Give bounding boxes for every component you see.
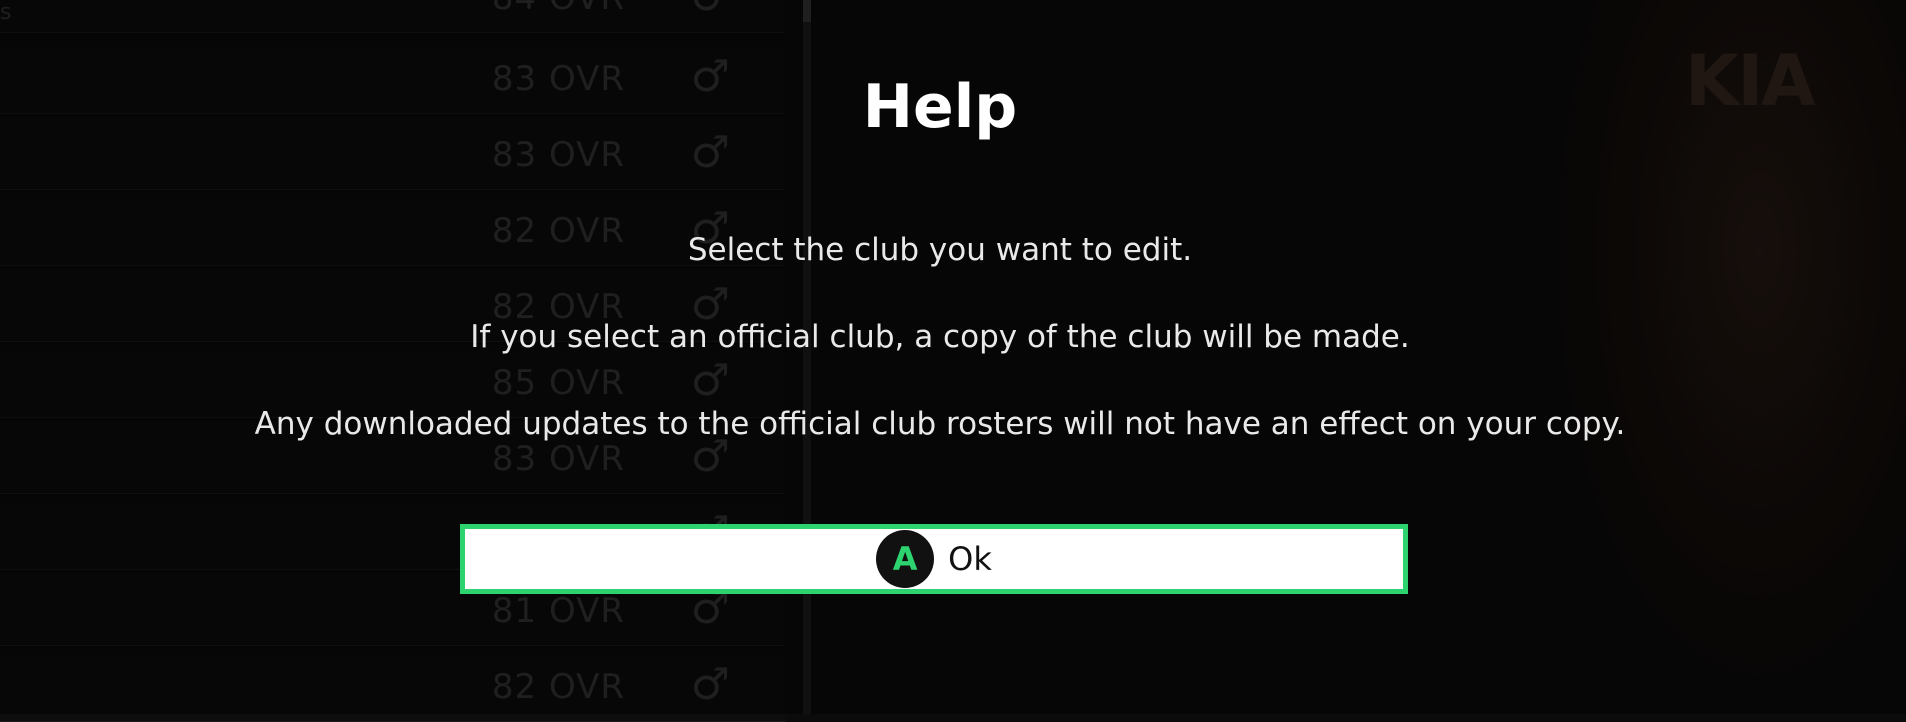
ok-button-label: Ok xyxy=(948,540,992,578)
help-text-line: Select the club you want to edit. xyxy=(687,232,1193,268)
dialog-title: Help xyxy=(862,72,1018,142)
help-text-line: Any downloaded updates to the official c… xyxy=(254,406,1626,442)
help-dialog: Help Select the club you want to edit. I… xyxy=(0,0,1906,714)
ok-button[interactable]: A Ok xyxy=(460,524,1408,594)
a-button-icon: A xyxy=(876,530,935,588)
help-text-line: If you select an official club, a copy o… xyxy=(470,319,1410,355)
